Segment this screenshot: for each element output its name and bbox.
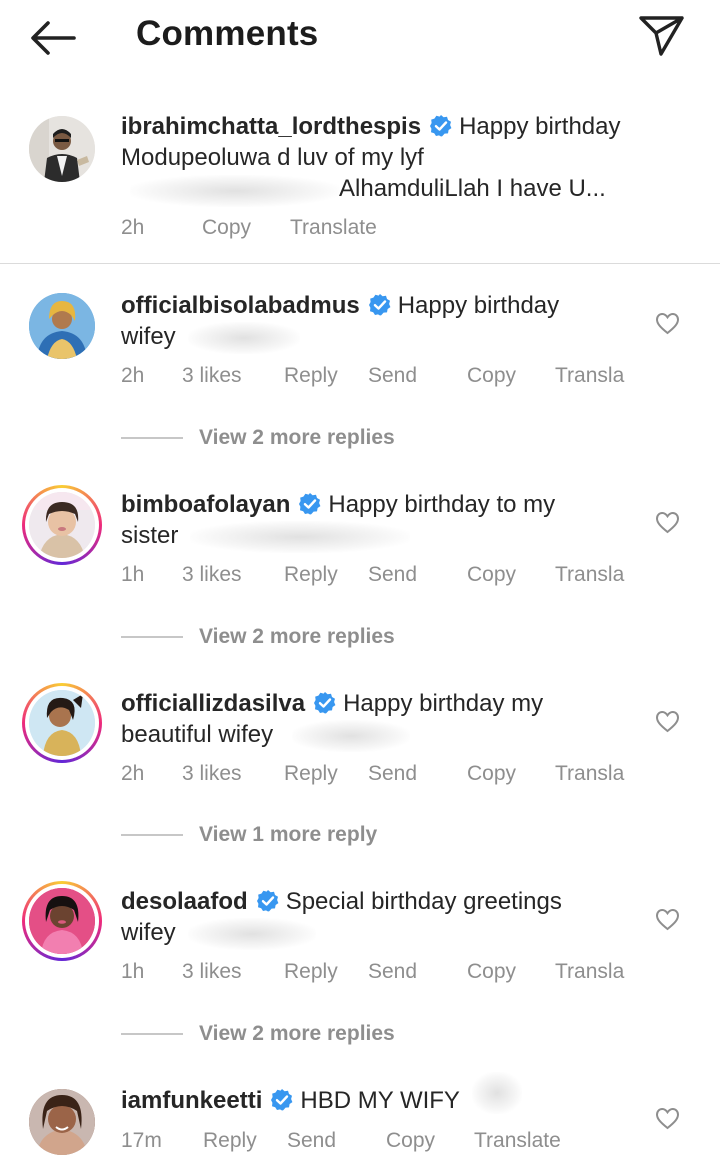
username[interactable]: officiallizdasilva [121,690,305,717]
comment-time: 2h [121,216,145,239]
comment-text: iamfunkeetti HBD MY WIFY [121,1085,641,1116]
view-replies-button[interactable]: View 2 more replies [199,625,395,649]
comment-line-1: HBD MY WIFY [300,1087,460,1114]
reply-button[interactable]: Reply [284,364,338,388]
heart-outline-icon[interactable] [655,1107,680,1130]
verified-badge-icon [299,493,321,515]
avatar [29,888,95,954]
send-button[interactable]: Send [287,1129,336,1153]
paper-plane-icon[interactable] [636,12,686,58]
comment-line-2: wifey [121,323,176,350]
caption-line-2: Modupeoluwa d luv of my lyf [121,144,424,171]
story-ring[interactable] [22,881,102,961]
replies-line [121,1033,183,1035]
send-button[interactable]: Send [368,364,417,388]
verified-badge-icon [430,115,452,137]
comment-line-2: wifey [121,919,176,946]
divider [0,263,720,264]
comment-time: 2h [121,762,145,785]
replies-line [121,636,183,638]
redacted-mention [292,720,410,752]
caption-line-3: AlhamduliLlah I have U... [339,175,606,202]
heart-outline-icon[interactable] [655,511,680,534]
reply-button[interactable]: Reply [203,1129,257,1153]
verified-badge-icon [314,692,336,714]
view-replies-button[interactable]: View 2 more replies [199,1022,395,1046]
story-ring[interactable] [22,485,102,565]
avatar [29,690,95,756]
translate-button[interactable]: Transla [555,960,624,984]
likes-count[interactable]: 3 likes [182,364,242,388]
reply-button[interactable]: Reply [284,762,338,786]
send-button[interactable]: Send [368,960,417,984]
redacted-mention [190,521,410,553]
caption-line-1: Happy birthday [459,113,621,140]
reply-button[interactable]: Reply [284,563,338,587]
likes-count[interactable]: 3 likes [182,563,242,587]
send-button[interactable]: Send [368,762,417,786]
view-replies-button[interactable]: View 1 more reply [199,823,377,847]
translate-button[interactable]: Translate [474,1129,561,1153]
translate-button[interactable]: Transla [555,563,624,587]
likes-count[interactable]: 3 likes [182,762,242,786]
avatar[interactable] [29,116,95,182]
comment-time: 1h [121,960,145,983]
translate-button[interactable]: Translate [290,216,377,240]
username[interactable]: iamfunkeetti [121,1087,262,1114]
comment-line-1: Happy birthday my [343,690,544,717]
top-bar: Comments [0,0,720,72]
heart-outline-icon[interactable] [655,908,680,931]
copy-button[interactable]: Copy [467,563,516,587]
heart-outline-icon[interactable] [655,312,680,335]
view-replies-button[interactable]: View 2 more replies [199,426,395,450]
avatar [29,492,95,558]
send-button[interactable]: Send [368,563,417,587]
copy-button[interactable]: Copy [467,364,516,388]
comment-line-1: Happy birthday to my [328,491,556,518]
comment-line-1: Happy birthday [397,292,560,319]
avatar[interactable] [29,1089,95,1155]
verified-badge-icon [368,294,391,316]
copy-button[interactable]: Copy [467,960,516,984]
comment-time: 2h [121,364,145,387]
verified-badge-icon [256,890,279,912]
comment-time: 1h [121,563,145,586]
translate-button[interactable]: Transla [555,364,624,388]
avatar[interactable] [29,293,95,359]
replies-line [121,834,183,836]
username[interactable]: officialbisolabadmus [121,292,360,319]
reply-button[interactable]: Reply [284,960,338,984]
username[interactable]: ibrahimchatta_lordthespis [121,113,421,140]
comment-line-2: sister [121,522,179,549]
redacted-mention [188,322,300,354]
copy-button[interactable]: Copy [467,762,516,786]
username[interactable]: bimboafolayan [121,491,290,518]
arrow-left-icon[interactable] [28,18,78,58]
heart-outline-icon[interactable] [655,710,680,733]
redacted-mention [472,1072,522,1114]
redacted-mention [130,175,340,207]
story-ring[interactable] [22,683,102,763]
comment-line-2: beautiful wifey [121,721,274,748]
translate-button[interactable]: Transla [555,762,624,786]
copy-button[interactable]: Copy [202,216,251,240]
likes-count[interactable]: 3 likes [182,960,242,984]
copy-button[interactable]: Copy [386,1129,435,1153]
page-title: Comments [136,14,319,53]
comment-line-1: Special birthday greetings [285,888,562,915]
username[interactable]: desolaafod [121,888,248,915]
replies-line [121,437,183,439]
redacted-mention [188,918,316,950]
comment-time: 17m [121,1129,162,1152]
verified-badge-icon [271,1089,293,1111]
